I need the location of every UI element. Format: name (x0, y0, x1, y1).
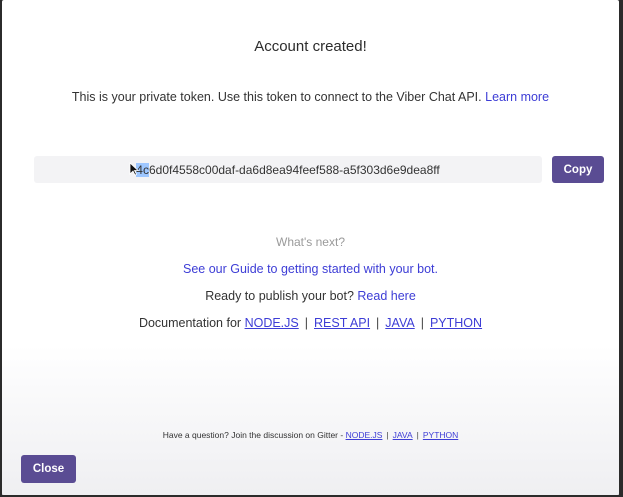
whats-next-heading: What's next? (276, 235, 345, 249)
guide-line: See our Guide to getting started with yo… (2, 262, 619, 276)
gitter-question-text: Have a question? Join the discussion on … (162, 430, 344, 440)
docs-python-link[interactable]: PYTHON (430, 316, 482, 330)
gitter-java-link[interactable]: JAVA (393, 430, 413, 440)
docs-separator: | (420, 316, 424, 330)
close-button[interactable]: Close (21, 455, 76, 483)
docs-java-link[interactable]: JAVA (385, 316, 414, 330)
gitter-python-link[interactable]: PYTHON (423, 430, 458, 440)
gitter-separator: | (416, 430, 419, 440)
learn-more-link[interactable]: Learn more (485, 90, 549, 104)
dialog-title: Account created! (254, 38, 367, 55)
gitter-separator: | (386, 430, 389, 440)
documentation-text: Documentation for (138, 316, 242, 330)
docs-rest-api-link[interactable]: REST API (314, 316, 370, 330)
copy-button[interactable]: Copy (552, 156, 604, 183)
publish-text: Ready to publish your bot? (205, 289, 354, 303)
gitter-nodejs-link[interactable]: NODE.JS (346, 430, 383, 440)
guide-link[interactable]: See our Guide to getting started with yo… (183, 262, 438, 276)
text-cursor-icon (129, 162, 139, 176)
dialog-bottom-shade (2, 345, 619, 495)
docs-nodejs-link[interactable]: NODE.JS (245, 316, 299, 330)
publish-line: Ready to publish your bot? Read here (2, 289, 619, 303)
read-here-link[interactable]: Read here (357, 289, 415, 303)
docs-separator: | (304, 316, 308, 330)
documentation-line: Documentation for NODE.JS | REST API | JAVA |… (2, 316, 619, 330)
token-description: This is your private token. Use this tok… (2, 90, 619, 104)
account-created-dialog: Account created! This is your private to… (2, 0, 619, 495)
gitter-line: Have a question? Join the discussion on … (2, 430, 619, 440)
token-text: 6d0f4558c00daf-da6d8ea94feef588-a5f303d6… (148, 162, 440, 177)
token-description-text: This is your private token. Use this tok… (71, 90, 482, 104)
docs-separator: | (376, 316, 380, 330)
private-token-field[interactable]: 4c 6d0f4558c00daf-da6d8ea94feef588-a5f303… (34, 156, 542, 183)
